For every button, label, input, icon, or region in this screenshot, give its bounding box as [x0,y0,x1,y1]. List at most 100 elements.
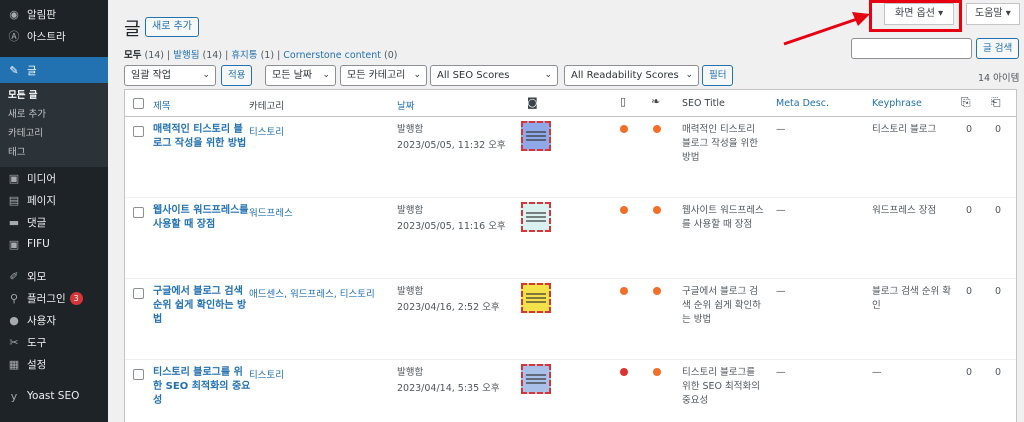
sidebar-item-label: 페이지 [27,194,56,207]
category-filter-value: 모든 카테고리 [347,70,406,81]
incoming-links-count: 0 [995,286,1002,297]
submenu-categories[interactable]: 카테고리 [0,124,108,143]
featured-image-thumbnail[interactable] [521,283,551,313]
comment-icon: ▬ [8,215,20,229]
sidebar-item-tools[interactable]: ✂ 도구 [0,331,108,353]
sidebar-item-dashboard[interactable]: ◉ 알림판 [0,3,108,25]
featured-image-thumbnail[interactable] [521,121,551,151]
view-trash[interactable]: 휴지통 [231,50,257,61]
chevron-down-icon: ⌄ [544,70,552,80]
seo-title-value: 티스토리 블로그를 위한 SEO 최적화의 중요성 [682,367,760,406]
sidebar-item-settings[interactable]: ▦ 설정 [0,353,108,375]
row-checkbox[interactable] [133,207,144,218]
sidebar-item-label: Yoast SEO [27,390,80,402]
search-input[interactable] [851,38,972,59]
media-icon: ▣ [8,171,20,185]
header-title[interactable]: 제목 [153,98,170,112]
sidebar-item-users[interactable]: ● 사용자 [0,309,108,331]
sidebar-item-yoast[interactable]: y Yoast SEO [0,385,108,407]
readability-score-indicator [653,287,661,295]
post-title-link[interactable]: 웹사이트 워드프레스를 사용할 때 장점 [153,204,251,232]
view-cornerstone[interactable]: Cornerstone content [283,50,381,61]
post-category-link[interactable]: 티스토리 [249,367,284,381]
featured-image-thumbnail[interactable] [521,202,551,232]
help-button[interactable]: 도움말 ▾ [966,3,1020,25]
main-content: 글 새로 추가 화면 옵션 ▾ 도움말 ▾ 모두 (14) | 발행됨 (14)… [108,0,1024,422]
date-filter-value: 모든 날짜 [272,70,312,81]
sidebar-item-media[interactable]: ▣ 미디어 [0,167,108,189]
post-status: 발행함 [397,367,424,378]
post-status: 발행함 [397,124,424,135]
select-all-checkbox[interactable] [133,98,144,109]
plugin-icon: ⚲ [9,291,19,305]
submenu-add-new[interactable]: 새로 추가 [0,105,108,124]
row-checkbox[interactable] [133,369,144,380]
outgoing-links-count: 0 [966,286,973,297]
sidebar-item-label: 알림판 [27,8,56,21]
chevron-down-icon: ⌄ [685,70,693,80]
sidebar-item-astra[interactable]: Ⓐ 아스트라 [0,25,108,47]
sidebar-item-plugins[interactable]: ⚲ 플러그인 3 [0,287,108,309]
sidebar-item-label: 외모 [27,270,47,283]
header-meta-desc[interactable]: Meta Desc. [776,98,829,109]
submenu-all-posts[interactable]: 모든 글 [0,86,108,105]
submenu-tags[interactable]: 태그 [0,143,108,162]
outgoing-links-count: 0 [966,367,973,378]
readability-filter-value: All Readability Scores [571,70,679,81]
readability-filter-select[interactable]: All Readability Scores ⌄ [564,65,699,86]
sidebar-item-appearance[interactable]: ✐ 외모 [0,265,108,287]
row-checkbox[interactable] [133,126,144,137]
post-category-link[interactable]: 티스토리 [249,124,284,138]
sidebar-item-label: 아스트라 [27,30,66,43]
sidebar-item-posts[interactable]: ✎ 글 [0,57,108,83]
view-published-count: (14) [202,50,223,61]
post-status-views: 모두 (14) | 발행됨 (14) | 휴지통 (1) | Cornersto… [124,50,398,61]
outgoing-links-count: 0 [966,124,973,135]
date-filter-select[interactable]: 모든 날짜 ⌄ [265,65,336,86]
sidebar-item-label: 미디어 [27,172,56,185]
readability-feather-icon: ❧ [651,95,661,108]
bulk-action-value: 일괄 작업 [131,70,171,81]
sidebar-item-comments[interactable]: ▬ 댓글 [0,211,108,233]
post-title-link[interactable]: 매력적인 티스토리 블로그 작성을 위한 방법 [153,123,251,151]
category-filter-select[interactable]: 모든 카테고리 ⌄ [340,65,427,86]
view-published[interactable]: 발행됨 [173,50,199,61]
sidebar-item-label: 사용자 [27,314,56,327]
apply-button[interactable]: 적용 [221,65,253,86]
view-cornerstone-count: (0) [384,50,398,61]
post-date: 2023/05/05, 11:32 오후 [397,140,506,151]
meta-desc-value: — [776,367,786,378]
chevron-down-icon: ⌄ [202,70,210,80]
add-new-button[interactable]: 새로 추가 [145,17,199,37]
header-date[interactable]: 날짜 [397,98,414,112]
filter-button[interactable]: 필터 [702,65,734,86]
sidebar-item-fifu[interactable]: ▣ FIFU [0,233,108,255]
post-status: 발행함 [397,205,424,216]
sidebar-item-label: 글 [27,64,37,77]
fifu-icon: ▣ [8,237,20,251]
table-row: 웹사이트 워드프레스를 사용할 때 장점 워드프레스 발행함 2023/05/05, … [125,198,1016,279]
bulk-action-select[interactable]: 일괄 작업 ⌄ [124,65,216,86]
seo-score-indicator [620,125,628,133]
featured-image-thumbnail[interactable] [521,364,551,394]
header-keyphrase[interactable]: Keyphrase [872,98,922,109]
post-category-link[interactable]: 애드센스, 워드프레스, 티스토리 [249,286,375,300]
sidebar-item-pages[interactable]: ▤ 페이지 [0,189,108,211]
sidebar-item-label: FIFU [27,238,50,250]
post-date: 2023/04/14, 5:35 오후 [397,383,500,394]
seo-title-value: 구글에서 블로그 검색 순위 쉽게 확인하는 방법 [682,286,761,325]
post-category-link[interactable]: 워드프레스 [249,205,293,219]
readability-score-indicator [653,206,661,214]
post-title-link[interactable]: 구글에서 블로그 검색 순위 쉽게 확인하는 방법 [153,285,251,327]
update-count-badge: 3 [69,291,83,305]
highlight-box [869,0,962,32]
search-posts-button[interactable]: 글 검색 [976,38,1020,59]
row-checkbox[interactable] [133,288,144,299]
post-title-link[interactable]: 티스토리 블로그를 위한 SEO 최적화의 중요성 [153,366,251,408]
posts-table: 제목 카테고리 날짜 ◙ ▯ ❧ SEO Title Meta Desc. Ke… [124,89,1017,422]
seo-score-filter-select[interactable]: All SEO Scores ⌄ [430,65,558,86]
seo-score-filter-value: All SEO Scores [437,70,510,81]
view-all[interactable]: 모두 [124,50,141,61]
seo-score-indicator [620,368,628,376]
seo-title-value: 웹사이트 워드프레스를 사용할 때 장점 [682,205,764,230]
